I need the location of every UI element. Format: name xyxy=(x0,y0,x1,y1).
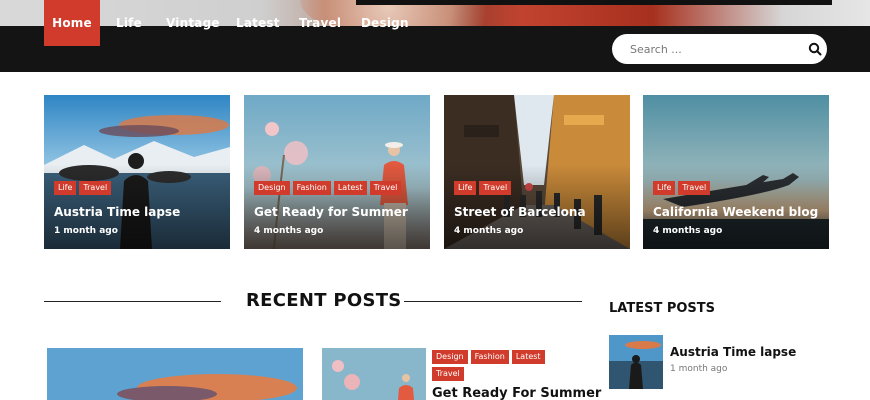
featured-card-barcelona[interactable]: Life Travel Street of Barcelona 4 months… xyxy=(444,95,630,249)
flower-photo xyxy=(322,348,426,400)
nav-item-design[interactable]: Design xyxy=(361,0,409,46)
card-timestamp: 4 months ago xyxy=(254,226,324,236)
recent-posts-heading: RECENT POSTS xyxy=(246,290,402,311)
tag-latest[interactable]: Latest xyxy=(511,350,545,364)
tag-latest[interactable]: Latest xyxy=(333,181,367,195)
heading-divider-left xyxy=(44,301,221,302)
tag-design[interactable]: Design xyxy=(254,181,290,195)
recent-post-thumbnail-small[interactable] xyxy=(322,348,426,400)
tag-life[interactable]: Life xyxy=(454,181,477,195)
tag-fashion[interactable]: Fashion xyxy=(470,350,509,364)
card-tags: Life Travel xyxy=(653,181,711,195)
card-tags: Life Travel xyxy=(454,181,512,195)
heading-divider-right xyxy=(404,301,582,302)
latest-post-timestamp: 1 month ago xyxy=(670,364,728,374)
search-icon[interactable] xyxy=(808,42,822,56)
card-title[interactable]: California Weekend blog xyxy=(653,205,818,219)
card-timestamp: 4 months ago xyxy=(454,226,524,236)
nav-item-home[interactable]: Home xyxy=(44,0,100,46)
nav-item-life[interactable]: Life xyxy=(116,0,142,46)
tag-design[interactable]: Design xyxy=(432,350,468,364)
latest-post-thumbnail[interactable] xyxy=(609,335,663,389)
card-title[interactable]: Street of Barcelona xyxy=(454,205,586,219)
tag-travel[interactable]: Travel xyxy=(678,181,711,195)
nav-item-vintage[interactable]: Vintage xyxy=(166,0,220,46)
nav-item-latest[interactable]: Latest xyxy=(236,0,280,46)
latest-posts-heading: LATEST POSTS xyxy=(609,301,716,316)
card-timestamp: 4 months ago xyxy=(653,226,723,236)
tag-travel[interactable]: Travel xyxy=(369,181,402,195)
card-tags: Design Fashion Latest Travel xyxy=(254,181,402,195)
recent-post-thumbnail-large[interactable] xyxy=(47,348,303,400)
tag-life[interactable]: Life xyxy=(653,181,676,195)
tag-life[interactable]: Life xyxy=(54,181,77,195)
nav-item-travel[interactable]: Travel xyxy=(299,0,341,46)
lake-thumbnail-photo xyxy=(609,335,663,389)
tag-travel[interactable]: Travel xyxy=(432,367,464,381)
card-title[interactable]: Austria Time lapse xyxy=(54,205,180,219)
card-timestamp: 1 month ago xyxy=(54,226,118,236)
card-title[interactable]: Get Ready for Summer xyxy=(254,205,408,219)
card-tags: Life Travel xyxy=(54,181,112,195)
lake-photo xyxy=(47,348,303,400)
latest-post-title[interactable]: Austria Time lapse xyxy=(670,345,796,359)
featured-card-summer[interactable]: Design Fashion Latest Travel Get Ready f… xyxy=(244,95,430,249)
hero-overlay-bar xyxy=(356,0,832,5)
featured-card-austria[interactable]: Life Travel Austria Time lapse 1 month a… xyxy=(44,95,230,249)
search-box xyxy=(612,34,827,64)
search-input[interactable] xyxy=(630,40,790,58)
tag-fashion[interactable]: Fashion xyxy=(292,181,331,195)
recent-post-tags: Design Fashion Latest Travel xyxy=(432,350,562,381)
recent-post-title[interactable]: Get Ready For Summer xyxy=(432,386,601,400)
tag-travel[interactable]: Travel xyxy=(479,181,512,195)
featured-card-california[interactable]: Life Travel California Weekend blog 4 mo… xyxy=(643,95,829,249)
tag-travel[interactable]: Travel xyxy=(79,181,112,195)
